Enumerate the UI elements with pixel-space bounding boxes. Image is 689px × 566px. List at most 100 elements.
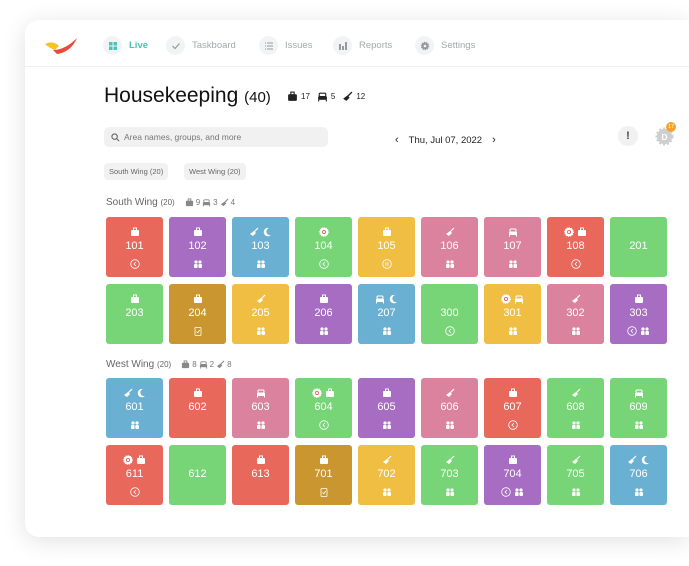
- suitcase-icon: [193, 388, 202, 397]
- suitcase-icon: [288, 91, 297, 101]
- alert-button[interactable]: !: [618, 126, 638, 146]
- room-tile-611[interactable]: 611: [106, 445, 163, 505]
- nav-live[interactable]: Live: [103, 36, 148, 55]
- date-label: Thu, Jul 07, 2022: [408, 134, 483, 146]
- room-tile-603[interactable]: 603: [232, 378, 289, 438]
- room-tile-103[interactable]: 103: [232, 217, 289, 277]
- room-tile-705[interactable]: 705: [547, 445, 604, 505]
- chip-west-wing[interactable]: West Wing (20): [184, 163, 246, 180]
- moon-icon: [263, 227, 271, 237]
- room-tile-605[interactable]: 605: [358, 378, 415, 438]
- suitcase-icon: [382, 227, 391, 236]
- room-tile-107[interactable]: 107: [484, 217, 541, 277]
- room-tile-204[interactable]: 204: [169, 284, 226, 344]
- room-tile-102[interactable]: 102: [169, 217, 226, 277]
- dnd-icon: [312, 388, 322, 398]
- room-tile-104[interactable]: 104: [295, 217, 352, 277]
- room-tile-302[interactable]: 302: [547, 284, 604, 344]
- group-name: South Wing (20): [106, 197, 175, 208]
- room-tile-604[interactable]: 604: [295, 378, 352, 438]
- bed-icon: [203, 199, 211, 207]
- room-tile-608[interactable]: 608: [547, 378, 604, 438]
- nav-reports[interactable]: Reports: [333, 36, 392, 55]
- prev-date-button[interactable]: ‹: [395, 134, 399, 146]
- room-tile-108[interactable]: 108: [547, 217, 604, 277]
- room-tile-602[interactable]: 602: [169, 378, 226, 438]
- nav-settings[interactable]: Settings: [415, 36, 475, 55]
- room-number: 107: [503, 240, 522, 252]
- checkout-count: 9: [195, 198, 201, 207]
- room-tile-701[interactable]: 701: [295, 445, 352, 505]
- room-tile-609[interactable]: 609: [610, 378, 667, 438]
- room-number: 612: [188, 468, 207, 480]
- broom-icon: [445, 455, 454, 464]
- room-tile-606[interactable]: 606: [421, 378, 478, 438]
- room-number: 201: [629, 240, 648, 252]
- suitcase-icon: [256, 455, 265, 464]
- room-tile-207[interactable]: 207: [358, 284, 415, 344]
- room-tile-706[interactable]: 706: [610, 445, 667, 505]
- room-tile-205[interactable]: 205: [232, 284, 289, 344]
- room-tile-612[interactable]: 612: [169, 445, 226, 505]
- room-number: 701: [314, 468, 333, 480]
- room-tile-702[interactable]: 702: [358, 445, 415, 505]
- room-number: 605: [377, 401, 396, 413]
- checkout-count: 8: [192, 360, 197, 369]
- chip-south-wing[interactable]: South Wing (20): [104, 163, 169, 180]
- room-number: 106: [440, 240, 459, 252]
- suitcase-icon: [578, 227, 586, 236]
- room-tile-203[interactable]: 203: [106, 284, 163, 344]
- broom-icon: [382, 455, 391, 464]
- nav-issues[interactable]: Issues: [259, 36, 312, 55]
- arrow-icon: [627, 326, 637, 336]
- people-icon: [256, 260, 265, 268]
- search-input[interactable]: Area names, groups, and more: [104, 127, 328, 147]
- people-icon: [634, 421, 643, 429]
- bed-icon: [199, 361, 207, 369]
- room-tile-106[interactable]: 106: [421, 217, 478, 277]
- room-tile-303[interactable]: 303: [610, 284, 667, 344]
- bed-icon: [634, 389, 643, 398]
- room-tile-613[interactable]: 613: [232, 445, 289, 505]
- people-icon: [634, 488, 643, 496]
- room-number: 302: [566, 307, 585, 319]
- room-tile-704[interactable]: 704: [484, 445, 541, 505]
- people-icon: [382, 327, 391, 335]
- room-tile-101[interactable]: 101: [106, 217, 163, 277]
- group-name: West Wing (20): [106, 359, 172, 370]
- people-icon: [571, 327, 580, 335]
- arrow-icon: [507, 420, 518, 430]
- notification-badge: 17: [666, 122, 676, 132]
- room-number: 702: [377, 468, 396, 480]
- suitcase-icon: [182, 360, 190, 369]
- room-number: 206: [314, 307, 333, 319]
- bed-icon: [515, 295, 523, 304]
- room-tile-201[interactable]: 201: [610, 217, 667, 277]
- room-number: 705: [566, 468, 585, 480]
- bed-icon: [318, 92, 327, 102]
- room-tile-206[interactable]: 206: [295, 284, 352, 344]
- people-icon: [382, 421, 391, 429]
- room-number: 608: [566, 401, 585, 413]
- people-icon: [445, 260, 454, 268]
- broom-icon: [250, 227, 259, 236]
- room-tile-300[interactable]: 300: [421, 284, 478, 344]
- broom-icon: [445, 227, 454, 236]
- moon-icon: [641, 455, 649, 465]
- room-tile-301[interactable]: 301: [484, 284, 541, 344]
- suitcase-icon: [193, 227, 202, 236]
- room-tile-607[interactable]: 607: [484, 378, 541, 438]
- room-number: 101: [125, 240, 144, 252]
- moon-icon: [389, 294, 397, 304]
- suitcase-icon: [319, 455, 328, 464]
- room-number: 102: [188, 240, 207, 252]
- next-date-button[interactable]: ›: [492, 134, 496, 146]
- room-tile-703[interactable]: 703: [421, 445, 478, 505]
- arrow-icon: [318, 420, 329, 430]
- nav-taskboard[interactable]: Taskboard: [166, 36, 236, 55]
- room-tile-105[interactable]: 105: [358, 217, 415, 277]
- bed-icon: [256, 389, 265, 398]
- nav-label: Reports: [359, 40, 393, 51]
- room-tile-601[interactable]: 601: [106, 378, 163, 438]
- broom-icon: [571, 294, 580, 303]
